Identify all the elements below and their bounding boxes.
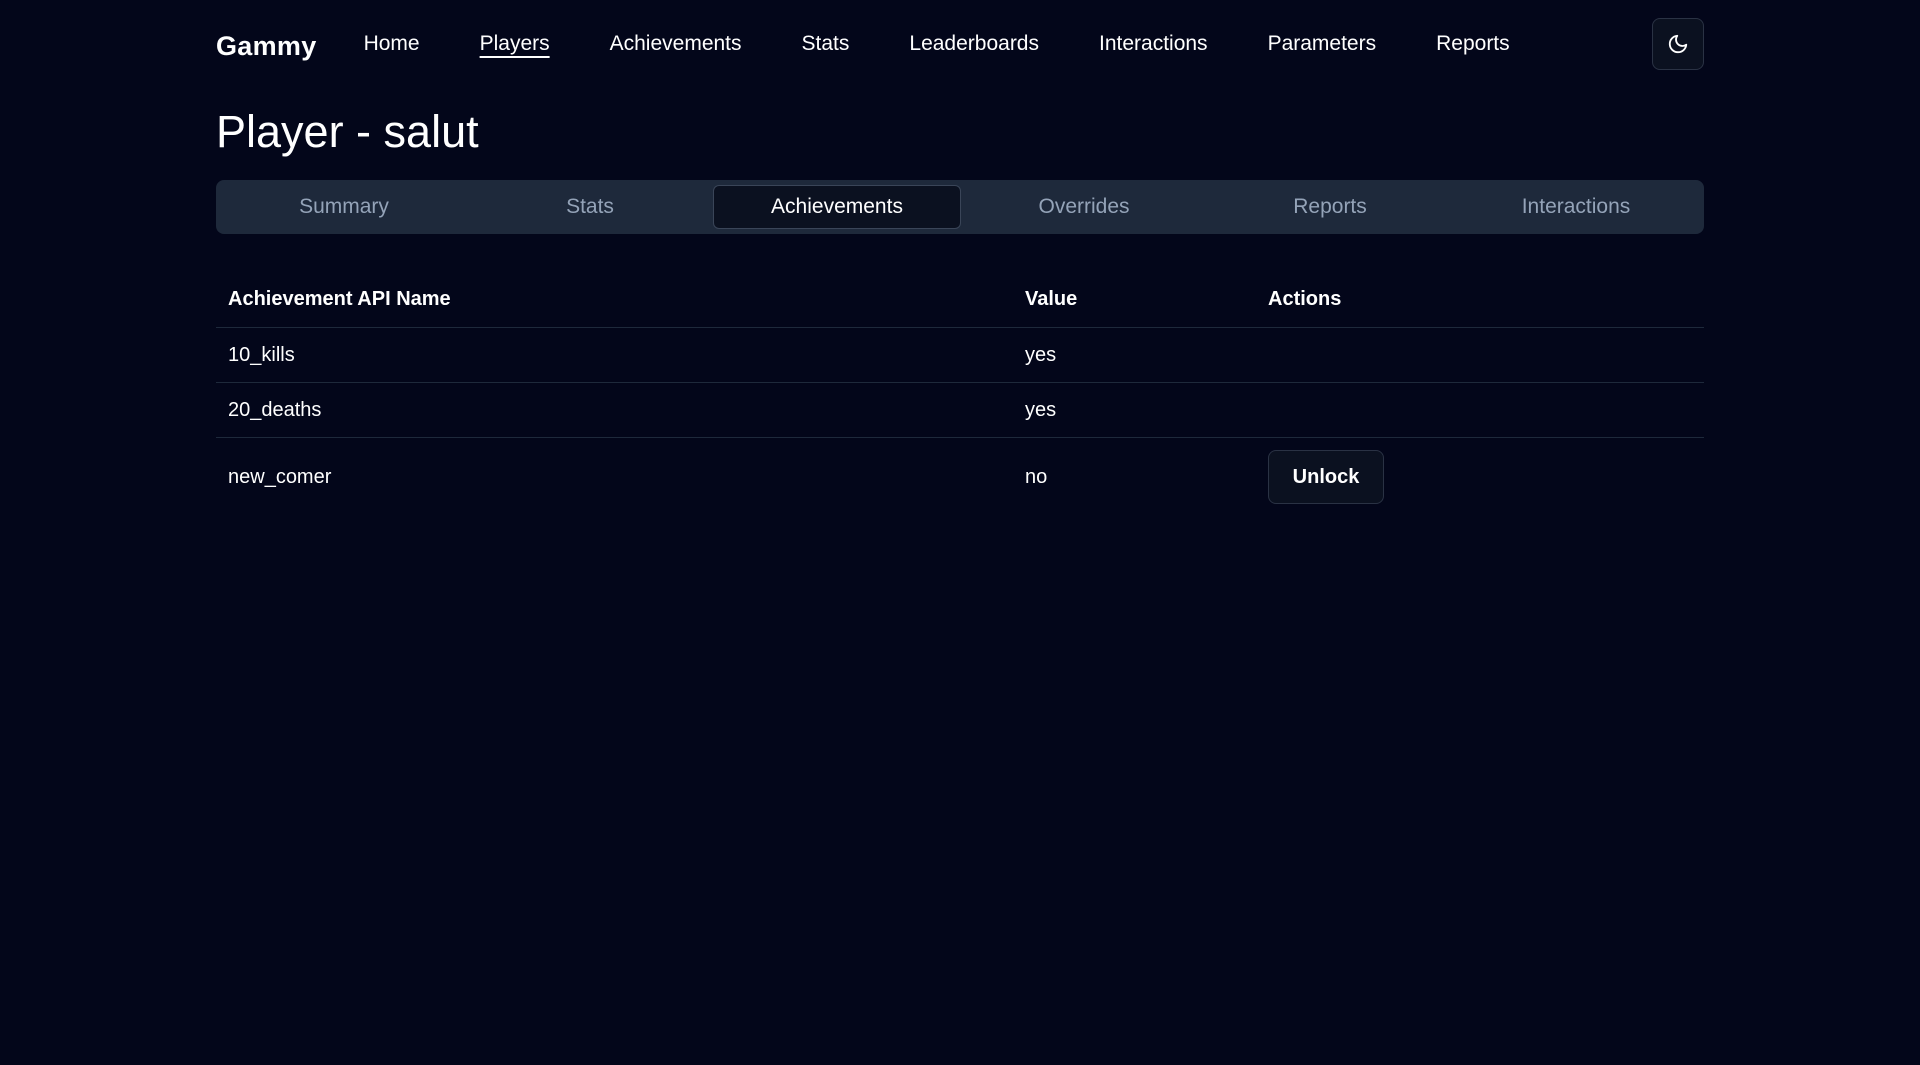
nav-link-reports[interactable]: Reports: [1436, 32, 1510, 58]
app-container: Gammy Home Players Achievements Stats Le…: [216, 0, 1704, 516]
achievement-name: new_comer: [228, 465, 332, 488]
nav-link-parameters[interactable]: Parameters: [1268, 32, 1377, 58]
tab-achievements[interactable]: Achievements: [713, 185, 961, 229]
achievement-name: 20_deaths: [216, 382, 1013, 438]
achievement-actions: Unlock: [1256, 438, 1704, 517]
nav-link-interactions[interactable]: Interactions: [1099, 32, 1208, 58]
achievement-value: no: [1025, 465, 1048, 488]
column-header-actions: Actions: [1256, 271, 1704, 328]
achievement-actions: [1256, 382, 1704, 438]
brand-logo[interactable]: Gammy: [216, 31, 317, 62]
nav-link-players[interactable]: Players: [480, 32, 550, 58]
moon-icon: [1668, 34, 1688, 54]
nav-link-home[interactable]: Home: [364, 32, 420, 58]
nav-link-achievements[interactable]: Achievements: [610, 32, 742, 58]
nav-link-stats[interactable]: Stats: [802, 32, 850, 58]
table-row: 20_deaths yes: [216, 382, 1704, 438]
top-nav: Gammy Home Players Achievements Stats Le…: [216, 0, 1704, 90]
tab-stats[interactable]: Stats: [467, 185, 713, 229]
table-row: 10_kills yes: [216, 327, 1704, 383]
page-title: Player - salut: [216, 106, 479, 157]
achievement-value: yes: [1013, 382, 1256, 438]
column-header-name: Achievement API Name: [216, 271, 1013, 328]
achievement-actions: [1256, 327, 1704, 383]
player-tabs: Summary Stats Achievements Overrides Rep…: [216, 180, 1704, 234]
achievements-table: Achievement API Name Value Actions 10_ki…: [216, 271, 1704, 516]
table-header-row: Achievement API Name Value Actions: [216, 271, 1704, 328]
tab-overrides[interactable]: Overrides: [961, 185, 1207, 229]
achievement-name: 10_kills: [216, 327, 1013, 383]
tab-interactions[interactable]: Interactions: [1453, 185, 1699, 229]
theme-toggle-button[interactable]: [1652, 18, 1704, 70]
nav-link-leaderboards[interactable]: Leaderboards: [909, 32, 1039, 58]
column-header-value: Value: [1013, 271, 1256, 328]
unlock-button[interactable]: Unlock: [1268, 450, 1384, 504]
table-row: new_comer no Unlock: [216, 438, 1704, 517]
achievement-value: yes: [1013, 327, 1256, 383]
tab-summary[interactable]: Summary: [221, 185, 467, 229]
tab-reports[interactable]: Reports: [1207, 185, 1453, 229]
